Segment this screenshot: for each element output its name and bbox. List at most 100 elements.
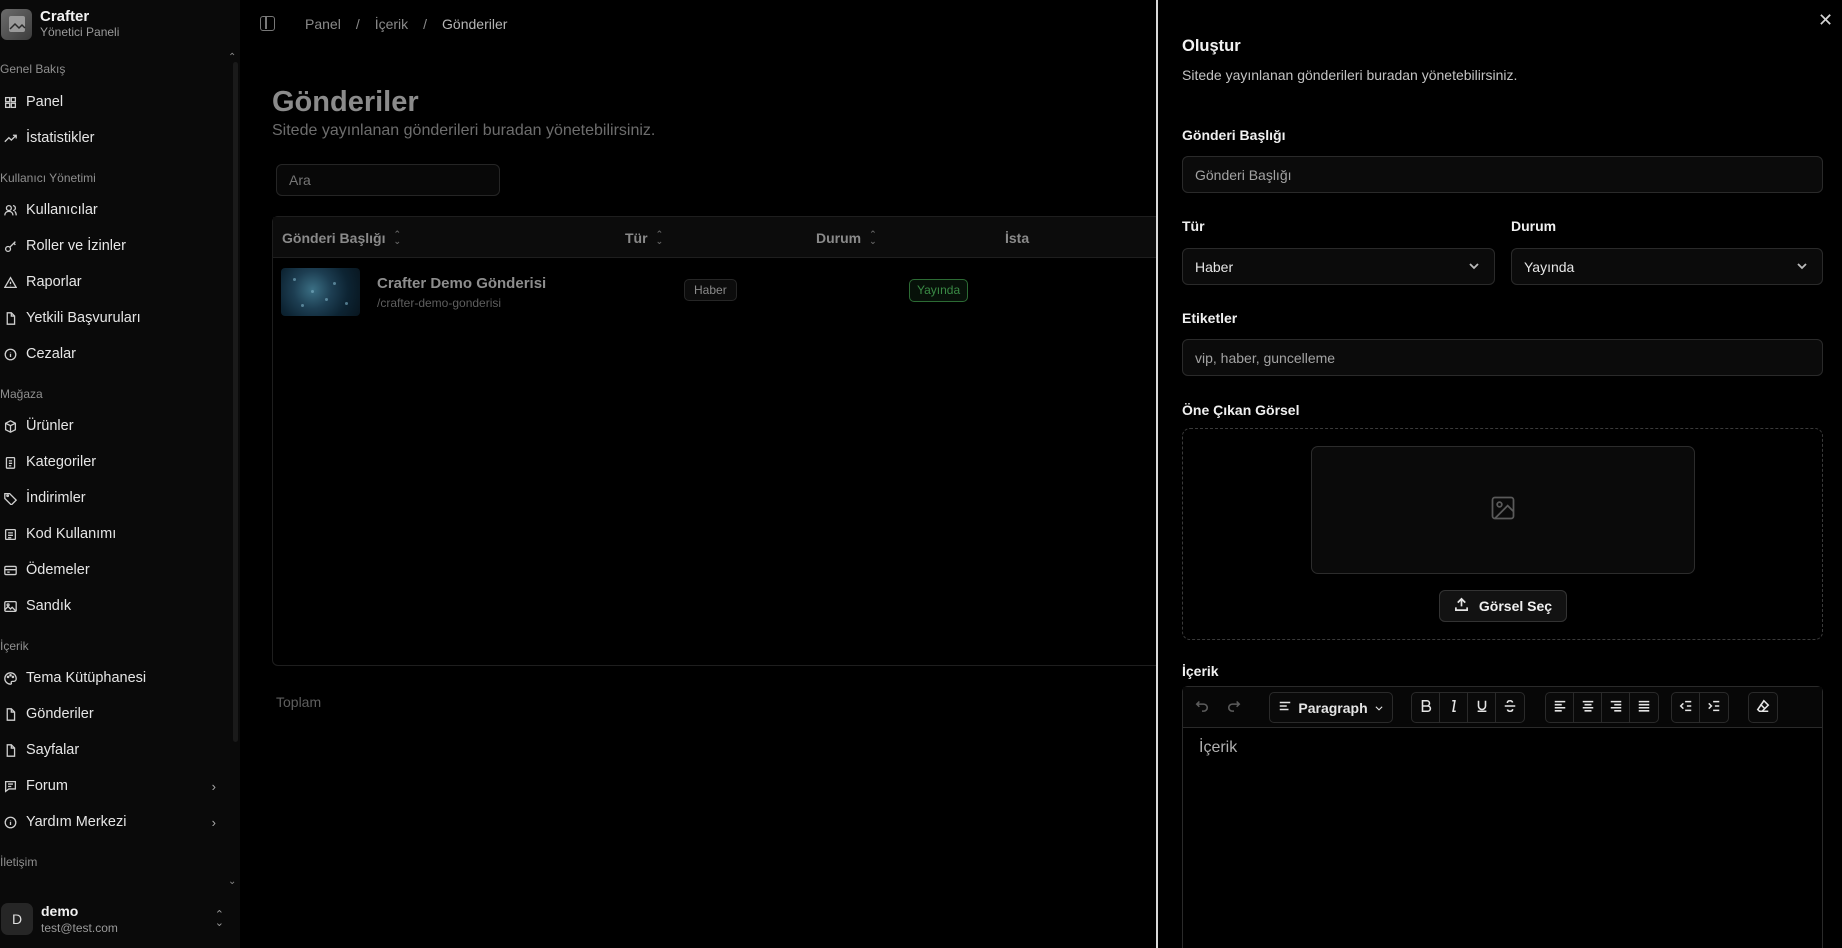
brand[interactable]: Crafter Yönetici Paneli [0,5,119,43]
italic-button[interactable] [1440,693,1468,722]
align-left-button[interactable] [1546,693,1574,722]
italic-icon [1447,699,1461,716]
image-preview [1311,446,1695,574]
sidebar-item-pages[interactable]: Sayfalar [0,736,220,764]
align-right-button[interactable] [1602,693,1630,722]
sidebar-item-label: Gönderiler [26,706,94,722]
table-header: Gönderi Başlığı ⌃ ⌄ Tür ⌃ ⌄ Durum ⌃ ⌄ İsta [273,217,1156,258]
post-title-input[interactable]: Gönderi Başlığı [1182,156,1823,193]
editor-content-placeholder: İçerik [1199,739,1238,756]
post-title[interactable]: Crafter Demo Gönderisi [377,275,546,292]
sidebar-item-theme-library[interactable]: Tema Kütüphanesi [0,664,220,692]
sidebar-item-roles[interactable]: Roller ve İzinler [0,232,220,260]
breadcrumb-content[interactable]: İçerik [375,16,408,32]
image-icon [2,598,18,614]
outdent-icon [1679,699,1693,716]
align-justify-button[interactable] [1630,693,1658,722]
status-badge: Yayında [909,279,969,302]
sidebar-item-label: Roller ve İzinler [26,238,126,254]
sidebar-item-label: Kategoriler [26,454,97,470]
sidebar-item-statistics[interactable]: İstatistikler [0,124,220,152]
sidebar-item-chest[interactable]: Sandık [0,592,220,620]
sidebar-scrollbar[interactable] [233,62,238,742]
user-menu[interactable]: D demo test@test.com ⌃ ⌄ [0,898,230,940]
sidebar-item-products[interactable]: Ürünler [0,412,220,440]
image-dropzone[interactable]: Görsel Seç [1182,428,1823,640]
posts-table: Gönderi Başlığı ⌃ ⌄ Tür ⌃ ⌄ Durum ⌃ ⌄ İsta … [272,216,1156,666]
sidebar-item-users[interactable]: Kullanıcılar [0,196,220,224]
breadcrumb: Panel / İçerik / Gönderiler [305,16,507,32]
upload-icon [1454,597,1469,615]
paragraph-dropdown[interactable]: Paragraph [1270,693,1392,722]
select-image-label: Görsel Seç [1478,598,1553,614]
status-select[interactable]: Yayında [1511,248,1823,285]
rich-text-editor[interactable]: Paragraph İçerik [1182,686,1823,948]
sidebar-item-categories[interactable]: Kategoriler [0,448,220,476]
sidebar-item-help-center[interactable]: Yardım Merkezi › [0,808,220,836]
paragraph-label: Paragraph [1298,699,1368,716]
drawer-title: Oluştur [1182,37,1241,55]
bold-icon [1419,699,1433,716]
column-type[interactable]: Tür ⌃ ⌄ [625,229,664,247]
column-post-title[interactable]: Gönderi Başlığı ⌃ ⌄ [282,230,401,247]
outdent-button[interactable] [1672,693,1700,722]
history-group [1188,692,1248,723]
type-select-value: Haber [1195,258,1234,275]
sidebar-item-reports[interactable]: Raporlar [0,268,220,296]
post-slug: /crafter-demo-gonderisi [377,296,502,310]
strikethrough-button[interactable] [1496,693,1524,722]
file-icon [2,742,18,758]
sidebar-item-discounts[interactable]: İndirimler [0,484,220,512]
sidebar-item-label: Yetkili Başvuruları [26,310,141,326]
key-icon [2,238,18,254]
search-input[interactable] [276,164,500,196]
sidebar-item-forum[interactable]: Forum › [0,772,220,800]
close-icon[interactable]: ✕ [1818,10,1833,31]
indent-button[interactable] [1700,693,1728,722]
sidebar-item-label: Sandık [26,598,72,614]
editor-toolbar: Paragraph [1183,687,1822,728]
status-select-value: Yayında [1524,258,1575,275]
breadcrumb-panel[interactable]: Panel [305,16,341,32]
sidebar-toggle-icon[interactable] [260,16,275,31]
sidebar-item-payments[interactable]: Ödemeler [0,556,220,584]
underline-button[interactable] [1468,693,1496,722]
sidebar-item-code-usage[interactable]: Kod Kullanımı [0,520,220,548]
tags-input[interactable]: vip, haber, guncelleme [1182,339,1823,376]
image-placeholder-icon [1489,494,1517,527]
sidebar-item-label: İstatistikler [26,130,95,146]
select-image-button[interactable]: Görsel Seç [1439,590,1567,622]
strikethrough-icon [1503,699,1517,716]
total-label: Toplam [276,694,322,710]
type-label: Tür [1182,218,1205,234]
type-select[interactable]: Haber [1182,248,1495,285]
sidebar-item-panel[interactable]: Panel [0,88,220,116]
card-icon [2,562,18,578]
sidebar-item-applications[interactable]: Yetkili Başvuruları [0,304,220,332]
align-center-button[interactable] [1574,693,1602,722]
sidebar-item-label: Sayfalar [26,742,80,758]
sidebar: Crafter Yönetici Paneli ⌃ Genel Bakış Pa… [0,0,240,948]
sidebar-item-penalties[interactable]: Cezalar [0,340,220,368]
sidebar-scroll-down-icon[interactable]: ⌄ [228,876,236,887]
undo-button[interactable] [1188,692,1216,721]
redo-button[interactable] [1220,692,1248,721]
chevron-down-icon [1374,700,1384,716]
column-stats[interactable]: İsta [1005,230,1029,246]
bold-button[interactable] [1412,693,1440,722]
box-icon [2,418,18,434]
clear-format-button[interactable] [1749,693,1777,722]
avatar: D [1,903,33,935]
sort-icon: ⌃ ⌄ [655,229,664,246]
chevrons-updown-icon: ⌃ ⌄ [214,909,224,929]
sort-icon: ⌃ ⌄ [869,229,877,246]
table-row[interactable]: Crafter Demo Gönderisi /crafter-demo-gon… [273,259,1156,325]
indent-group [1671,692,1729,723]
chevron-down-icon [1468,259,1480,275]
column-status[interactable]: Durum ⌃ ⌄ [816,229,877,247]
sidebar-item-label: Yardım Merkezi [26,814,127,830]
sidebar-item-posts[interactable]: Gönderiler [0,700,220,728]
chevron-down-icon [1796,259,1808,275]
sidebar-item-label: Kod Kullanımı [26,526,117,542]
file-icon [2,310,18,326]
